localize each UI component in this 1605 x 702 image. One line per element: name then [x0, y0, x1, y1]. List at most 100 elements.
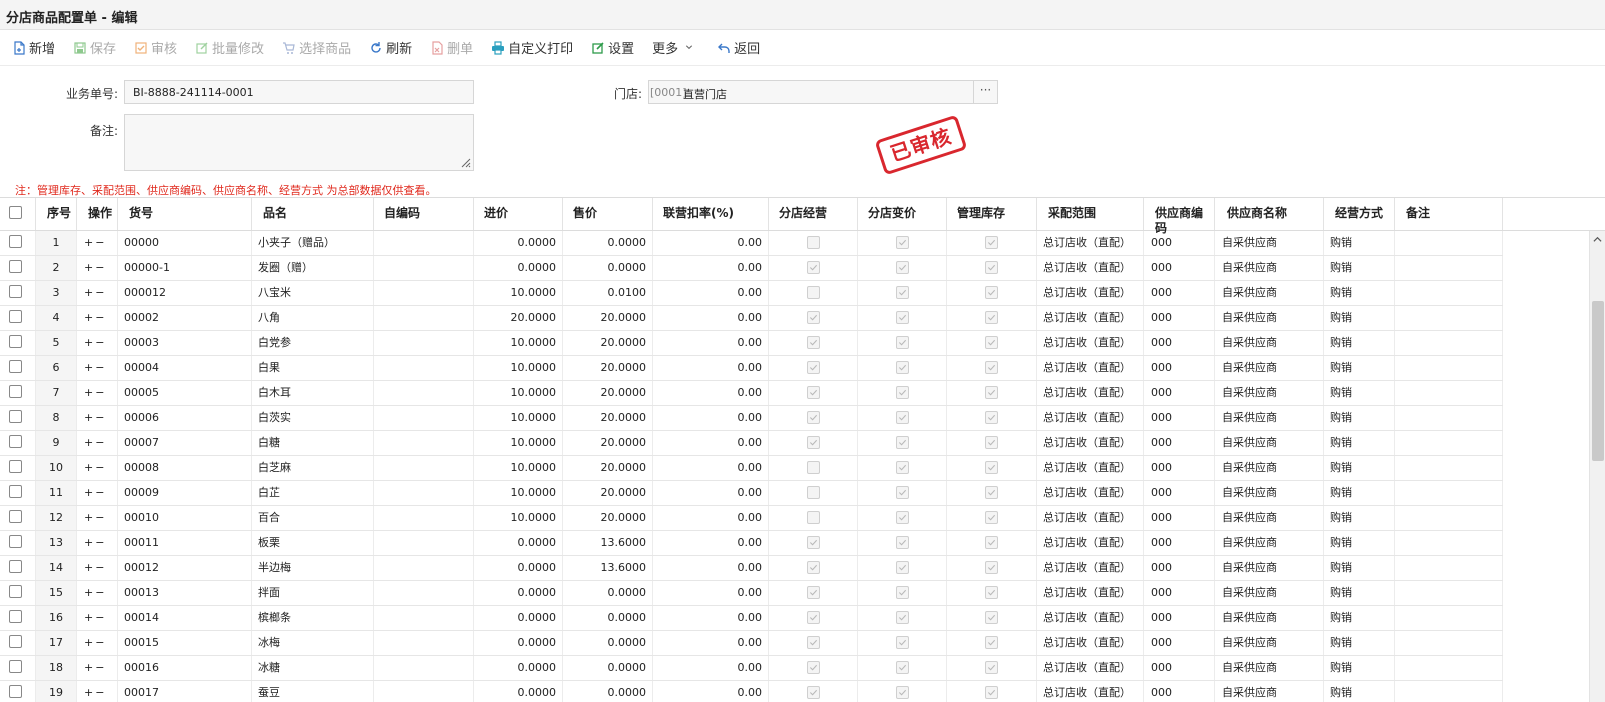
row-discount[interactable]: 0.00	[653, 281, 769, 305]
row-discount[interactable]: 0.00	[653, 681, 769, 702]
row-ops[interactable]: +−	[77, 256, 118, 280]
branch-price-checkbox[interactable]	[896, 511, 909, 524]
branch-price-checkbox[interactable]	[896, 236, 909, 249]
col-supplier-name[interactable]: 供应商名称	[1215, 198, 1324, 230]
branch-price-checkbox[interactable]	[896, 611, 909, 624]
col-remark[interactable]: 备注	[1395, 198, 1503, 230]
remove-row-icon[interactable]: −	[95, 361, 106, 374]
row-sale-price[interactable]: 20.0000	[563, 431, 653, 455]
delete-button[interactable]: 删单	[430, 36, 473, 60]
remove-row-icon[interactable]: −	[95, 686, 106, 699]
store-field[interactable]: [0001] 直营门店 ···	[648, 80, 998, 104]
branch-price-checkbox[interactable]	[896, 536, 909, 549]
row-ops[interactable]: +−	[77, 606, 118, 630]
row-code[interactable]: 00000-1	[118, 256, 252, 280]
row-discount[interactable]: 0.00	[653, 506, 769, 530]
row-in-price[interactable]: 10.0000	[474, 431, 563, 455]
scroll-up-icon[interactable]	[1593, 235, 1602, 244]
row-self-code[interactable]	[374, 581, 474, 605]
settings-button[interactable]: 设置	[591, 36, 634, 60]
row-sale-price[interactable]: 0.0000	[563, 656, 653, 680]
row-name[interactable]: 白芷	[252, 481, 374, 505]
branch-manage-checkbox[interactable]	[807, 286, 820, 299]
add-row-icon[interactable]: +	[84, 636, 95, 649]
row-ops[interactable]: +−	[77, 306, 118, 330]
row-name[interactable]: 半边梅	[252, 556, 374, 580]
row-sale-price[interactable]: 20.0000	[563, 331, 653, 355]
row-checkbox[interactable]	[9, 485, 22, 498]
row-sale-price[interactable]: 20.0000	[563, 456, 653, 480]
row-name[interactable]: 八宝米	[252, 281, 374, 305]
branch-price-checkbox[interactable]	[896, 261, 909, 274]
row-code[interactable]: 00005	[118, 381, 252, 405]
row-sale-price[interactable]: 20.0000	[563, 481, 653, 505]
row-sale-price[interactable]: 0.0000	[563, 231, 653, 255]
remove-row-icon[interactable]: −	[95, 661, 106, 674]
row-discount[interactable]: 0.00	[653, 256, 769, 280]
row-code[interactable]: 00015	[118, 631, 252, 655]
row-name[interactable]: 白果	[252, 356, 374, 380]
row-self-code[interactable]	[374, 431, 474, 455]
branch-price-checkbox[interactable]	[896, 486, 909, 499]
row-self-code[interactable]	[374, 306, 474, 330]
row-code[interactable]: 00007	[118, 431, 252, 455]
row-name[interactable]: 槟榔条	[252, 606, 374, 630]
col-branch-price[interactable]: 分店变价	[858, 198, 947, 230]
row-ops[interactable]: +−	[77, 406, 118, 430]
row-discount[interactable]: 0.00	[653, 656, 769, 680]
row-code[interactable]: 00011	[118, 531, 252, 555]
row-code[interactable]: 00003	[118, 331, 252, 355]
remove-row-icon[interactable]: −	[95, 261, 106, 274]
branch-price-checkbox[interactable]	[896, 286, 909, 299]
branch-price-checkbox[interactable]	[896, 586, 909, 599]
row-name[interactable]: 白糖	[252, 431, 374, 455]
row-in-price[interactable]: 0.0000	[474, 531, 563, 555]
row-in-price[interactable]: 10.0000	[474, 506, 563, 530]
table-row[interactable]: 14 +− 00012 半边梅 0.0000 13.6000 0.00 总订店收（直配） 000…	[0, 556, 1503, 581]
branch-manage-checkbox[interactable]	[807, 461, 820, 474]
row-sale-price[interactable]: 20.0000	[563, 406, 653, 430]
row-discount[interactable]: 0.00	[653, 531, 769, 555]
row-code[interactable]: 00002	[118, 306, 252, 330]
row-self-code[interactable]	[374, 481, 474, 505]
audit-button[interactable]: 审核	[134, 36, 177, 60]
table-row[interactable]: 11 +− 00009 白芷 10.0000 20.0000 0.00 总订店收（直配） 000…	[0, 481, 1503, 506]
branch-manage-checkbox[interactable]	[807, 386, 820, 399]
remove-row-icon[interactable]: −	[95, 461, 106, 474]
row-in-price[interactable]: 0.0000	[474, 556, 563, 580]
row-remark[interactable]	[1395, 506, 1503, 530]
table-row[interactable]: 6 +− 00004 白果 10.0000 20.0000 0.00 总订店收（直配） 000 自…	[0, 356, 1503, 381]
refresh-button[interactable]: 刷新	[369, 36, 412, 60]
row-remark[interactable]	[1395, 656, 1503, 680]
remove-row-icon[interactable]: −	[95, 536, 106, 549]
col-seq[interactable]: 序号	[36, 198, 77, 230]
add-row-icon[interactable]: +	[84, 361, 95, 374]
table-row[interactable]: 10 +− 00008 白芝麻 10.0000 20.0000 0.00 总订店收（直配） 00…	[0, 456, 1503, 481]
table-row[interactable]: 13 +− 00011 板栗 0.0000 13.6000 0.00 总订店收（直配） 000 自…	[0, 531, 1503, 556]
col-supplier-code[interactable]: 供应商编码	[1144, 198, 1215, 235]
select-goods-button[interactable]: 选择商品	[282, 36, 351, 60]
col-name[interactable]: 品名	[252, 198, 374, 230]
row-name[interactable]: 八角	[252, 306, 374, 330]
add-row-icon[interactable]: +	[84, 586, 95, 599]
col-discount[interactable]: 联营扣率(%)	[653, 198, 769, 230]
row-remark[interactable]	[1395, 256, 1503, 280]
branch-manage-checkbox[interactable]	[807, 311, 820, 324]
add-row-icon[interactable]: +	[84, 411, 95, 424]
row-in-price[interactable]: 0.0000	[474, 631, 563, 655]
row-checkbox[interactable]	[9, 235, 22, 248]
row-discount[interactable]: 0.00	[653, 331, 769, 355]
col-mode[interactable]: 经营方式	[1324, 198, 1395, 230]
table-row[interactable]: 5 +− 00003 白党参 10.0000 20.0000 0.00 总订店收（直配） 000…	[0, 331, 1503, 356]
row-code[interactable]: 00009	[118, 481, 252, 505]
row-sale-price[interactable]: 20.0000	[563, 356, 653, 380]
branch-manage-checkbox[interactable]	[807, 536, 820, 549]
row-self-code[interactable]	[374, 506, 474, 530]
row-checkbox[interactable]	[9, 460, 22, 473]
row-in-price[interactable]: 0.0000	[474, 256, 563, 280]
row-code[interactable]: 00006	[118, 406, 252, 430]
row-ops[interactable]: +−	[77, 231, 118, 255]
branch-manage-checkbox[interactable]	[807, 436, 820, 449]
branch-manage-checkbox[interactable]	[807, 361, 820, 374]
table-row[interactable]: 16 +− 00014 槟榔条 0.0000 0.0000 0.00 总订店收（直配） 000 自…	[0, 606, 1503, 631]
